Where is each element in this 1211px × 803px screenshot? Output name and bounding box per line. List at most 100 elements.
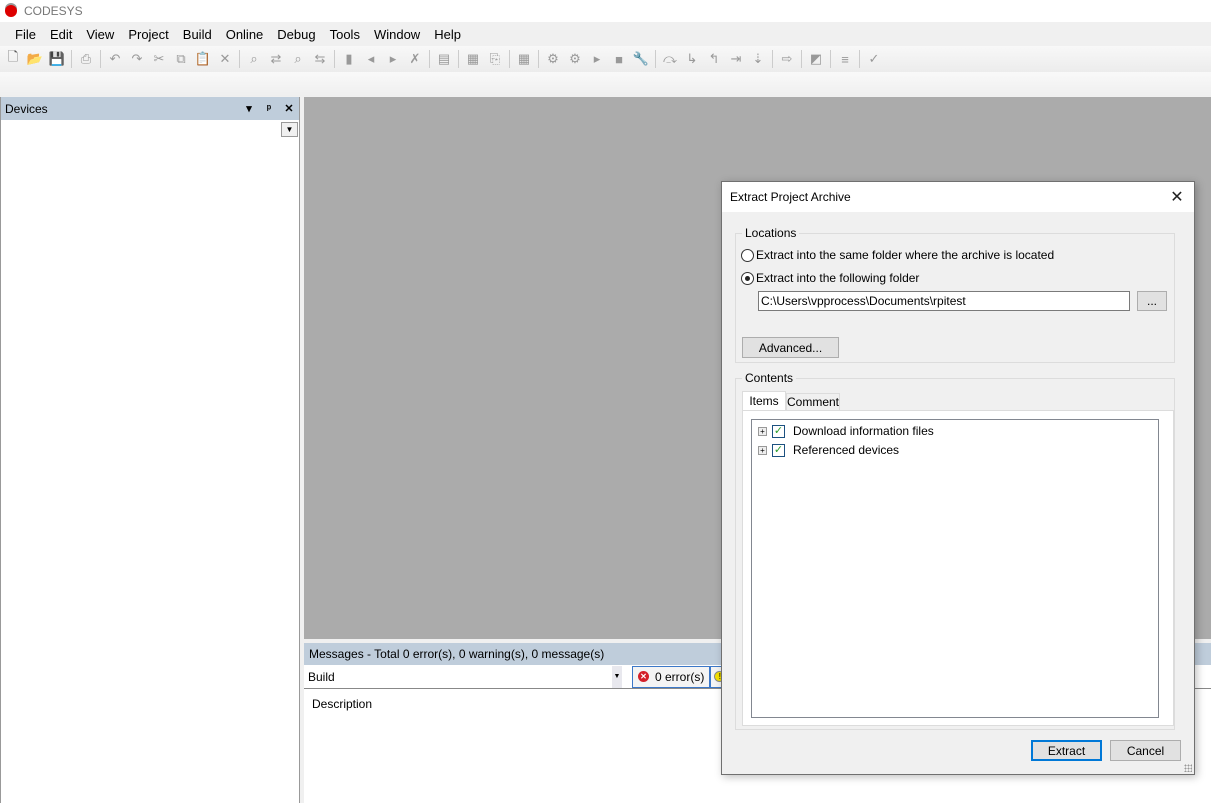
device-icon[interactable]: ▤ [433, 48, 455, 70]
redo-icon[interactable]: ↷ [126, 48, 148, 70]
radio-following-folder[interactable]: Extract into the following folder [741, 271, 919, 285]
find-icon[interactable]: ⌕ [243, 48, 265, 70]
step-out-icon[interactable]: ↰ [703, 48, 725, 70]
cancel-button[interactable]: Cancel [1110, 740, 1181, 761]
toolbar-separator [458, 50, 459, 68]
replace-icon[interactable]: ⇄ [265, 48, 287, 70]
radio-button-selected[interactable] [741, 271, 754, 285]
toolbar-separator [801, 50, 802, 68]
menu-edit[interactable]: Edit [43, 27, 79, 42]
advanced-button[interactable]: Advanced... [742, 337, 839, 358]
pin-icon[interactable]: ᵖ [259, 103, 279, 115]
undo-icon[interactable]: ↶ [104, 48, 126, 70]
tab-items[interactable]: Items [742, 391, 786, 411]
expand-icon[interactable]: + [758, 445, 767, 455]
tree-item[interactable]: + ✓ Referenced devices [758, 443, 899, 457]
checkbox-checked[interactable]: ✓ [772, 424, 785, 438]
toolbar-separator [429, 50, 430, 68]
devices-title: Devices [5, 101, 48, 116]
main-toolbar: 🗋 📂 💾 ⎙ ↶ ↷ ✂ ⧉ 📋 ✕ ⌕ ⇄ ⌕ ⇆ ▮ ◂ ▸ ✗ ▤ ▦ ⎘ ▦ ⚙ ⚙ ▸ ■ 🔧 ⤼ ↳ ↰ ⇥ ⇣ ⇨ ◩ ≡ ✓ [0, 46, 1211, 72]
paste-icon[interactable]: 📋 [192, 48, 214, 70]
delete-icon[interactable]: ✕ [214, 48, 236, 70]
export-icon[interactable]: ⎘ [484, 48, 506, 70]
toolbar-separator [655, 50, 656, 68]
logout-icon[interactable]: ⚙ [564, 48, 586, 70]
next-icon[interactable]: ⇨ [776, 48, 798, 70]
radio-following-folder-label: Extract into the following folder [756, 271, 920, 285]
message-source-select[interactable]: Build ▼ [304, 665, 622, 688]
tree-item[interactable]: + ✓ Download information files [758, 424, 934, 438]
locations-label: Locations [742, 226, 800, 240]
open-project-icon[interactable]: 📂 [24, 48, 46, 70]
find-in-project-icon[interactable]: ⌕ [287, 48, 309, 70]
browse-button[interactable]: ... [1137, 291, 1167, 311]
step-over-icon[interactable]: ⤼ [659, 48, 681, 70]
resize-grip-icon[interactable] [1184, 764, 1192, 772]
dialog-title-bar: Extract Project Archive ✕ [722, 182, 1194, 212]
toggle-breakpoint-icon[interactable]: ◩ [805, 48, 827, 70]
toolbar-separator [509, 50, 510, 68]
print-icon[interactable]: ⎙ [75, 48, 97, 70]
contents-tree[interactable]: + ✓ Download information files + ✓ Refer… [751, 419, 1159, 718]
tab-comment[interactable]: Comment [786, 393, 840, 411]
folder-path-input[interactable] [758, 291, 1130, 311]
toolbar-separator [239, 50, 240, 68]
chevron-down-icon[interactable]: ▼ [612, 665, 622, 688]
secondary-toolbar [0, 72, 1211, 96]
menu-build[interactable]: Build [176, 27, 219, 42]
menu-online[interactable]: Online [219, 27, 271, 42]
copy-icon[interactable]: ⧉ [170, 48, 192, 70]
devices-header: Devices ▾ ᵖ ✕ [1, 97, 299, 120]
menu-bar: File Edit View Project Build Online Debu… [0, 22, 1211, 46]
errors-filter-button[interactable]: ✕ 0 error(s) [632, 665, 711, 688]
errors-count: 0 error(s) [655, 669, 705, 684]
devices-dropdown-button[interactable]: ▼ [281, 122, 298, 137]
show-next-statement-icon[interactable]: ⇣ [747, 48, 769, 70]
grid-icon[interactable]: ▦ [462, 48, 484, 70]
menu-window[interactable]: Window [367, 27, 427, 42]
menu-tools[interactable]: Tools [323, 27, 367, 42]
clear-bookmarks-icon[interactable]: ✗ [404, 48, 426, 70]
dialog-close-icon[interactable]: ✕ [1168, 187, 1186, 207]
devices-panel: Devices ▾ ᵖ ✕ ▼ [0, 97, 300, 803]
step-into-icon[interactable]: ↳ [681, 48, 703, 70]
save-icon[interactable]: 💾 [46, 48, 68, 70]
menu-help[interactable]: Help [427, 27, 468, 42]
expand-icon[interactable]: + [758, 426, 767, 436]
next-bookmark-icon[interactable]: ▸ [382, 48, 404, 70]
panel-menu-icon[interactable]: ▾ [239, 102, 259, 115]
extract-button[interactable]: Extract [1031, 740, 1102, 761]
new-project-icon[interactable]: 🗋 [2, 48, 24, 70]
radio-same-folder[interactable]: Extract into the same folder where the a… [741, 248, 1054, 262]
radio-same-folder-label: Extract into the same folder where the a… [756, 248, 1055, 262]
run-to-cursor-icon[interactable]: ⇥ [725, 48, 747, 70]
codesys-logo-icon [5, 5, 17, 17]
check-icon[interactable]: ✓ [863, 48, 885, 70]
message-source-value: Build [308, 669, 335, 684]
menu-view[interactable]: View [79, 27, 121, 42]
menu-debug[interactable]: Debug [270, 27, 322, 42]
replace-in-project-icon[interactable]: ⇆ [309, 48, 331, 70]
bookmark-icon[interactable]: ▮ [338, 48, 360, 70]
start-icon[interactable]: ▸ [586, 48, 608, 70]
radio-button[interactable] [741, 248, 754, 262]
menu-file[interactable]: File [8, 27, 43, 42]
close-icon[interactable]: ✕ [279, 102, 299, 115]
menu-project[interactable]: Project [121, 27, 175, 42]
cut-icon[interactable]: ✂ [148, 48, 170, 70]
toolbar-separator [772, 50, 773, 68]
tree-item-label: Referenced devices [793, 443, 900, 457]
toolbar-separator [830, 50, 831, 68]
stop-icon[interactable]: ■ [608, 48, 630, 70]
checkbox-checked[interactable]: ✓ [772, 443, 785, 457]
login-icon[interactable]: ⚙ [542, 48, 564, 70]
toolbar-separator [538, 50, 539, 68]
toolbar-separator [71, 50, 72, 68]
app-title: CODESYS [24, 4, 83, 18]
prev-bookmark-icon[interactable]: ◂ [360, 48, 382, 70]
contents-label: Contents [742, 371, 797, 385]
build-icon[interactable]: ▦ [513, 48, 535, 70]
toolbar-separator [334, 50, 335, 68]
reset-icon[interactable]: 🔧 [630, 48, 652, 70]
filter-icon[interactable]: ≡ [834, 48, 856, 70]
